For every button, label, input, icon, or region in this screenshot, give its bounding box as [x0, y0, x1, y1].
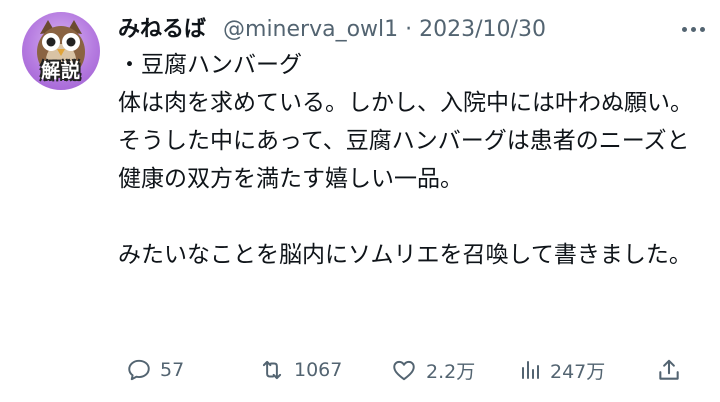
speech-bubble-icon — [128, 359, 150, 381]
retweet-count: 1067 — [294, 359, 343, 381]
bar-chart-icon — [522, 361, 539, 379]
tweet-line: 体は肉を求めている。しかし、入院中には叶わぬ願い。そうした中にあって、豆腐ハンバ… — [118, 90, 693, 192]
reply-count: 57 — [160, 359, 185, 381]
tweet-text: ・豆腐ハンバーグ 体は肉を求めている。しかし、入院中には叶わぬ願い。そうした中に… — [118, 46, 698, 274]
like-button[interactable]: 2.2万 — [390, 352, 475, 388]
share-button[interactable] — [656, 352, 682, 388]
retweet-arrows-icon — [262, 360, 282, 380]
retweet-button[interactable]: 1067 — [258, 352, 342, 388]
tweet-date[interactable]: 2023/10/30 — [419, 17, 546, 42]
tweet-line: みたいなことを脳内にソムリエを召喚して書きました。 — [118, 242, 692, 268]
more-dots-icon[interactable] — [675, 14, 711, 44]
views-button[interactable]: 247万 — [518, 352, 605, 388]
avatar-badge: 解説 — [40, 60, 81, 82]
tweet-header: みねるば @minerva_owl1 · 2023/10/30 — [118, 14, 546, 46]
heart-icon — [393, 360, 415, 381]
tweet-line: ・豆腐ハンバーグ — [118, 52, 302, 78]
user-handle[interactable]: @minerva_owl1 — [223, 17, 398, 42]
separator-dot: · — [405, 17, 413, 42]
action-bar: 57 1067 2.2万 247万 — [118, 352, 698, 388]
share-upload-icon — [659, 359, 679, 380]
display-name[interactable]: みねるば — [118, 17, 206, 42]
tweet-line — [118, 198, 698, 236]
avatar[interactable]: 解説 — [22, 12, 100, 90]
like-count: 2.2万 — [426, 360, 476, 383]
reply-button[interactable]: 57 — [126, 352, 184, 388]
views-count: 247万 — [550, 360, 606, 383]
